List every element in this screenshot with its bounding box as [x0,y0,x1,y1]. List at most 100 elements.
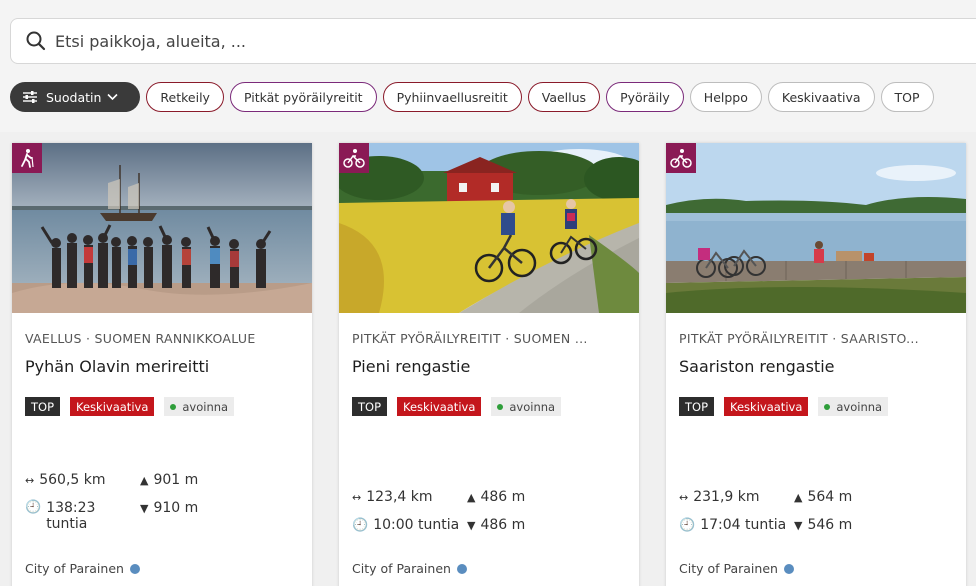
chip-label: Retkeily [160,89,210,105]
clock-icon: 🕘 [352,517,369,533]
route-organization: City of Parainen [25,561,140,576]
descent-value: 546 m [807,517,853,533]
sliders-icon [23,91,37,103]
route-descent: ▼ 910 m [140,500,198,516]
status-badge: avoinna [164,397,235,416]
ascent-icon: ▲ [467,490,476,504]
chip-keskivaativa[interactable]: Keskivaativa [767,82,875,112]
status-dot-icon [170,403,177,410]
route-badges: TOP Keskivaativa avoinna [25,397,244,416]
route-title: Pyhän Olavin merireitti [25,357,210,376]
route-descent: ▼ 486 m [467,517,525,533]
status-label: avoinna [509,399,556,414]
chip-pyoraily[interactable]: Pyöräily [606,82,684,112]
route-photo [666,143,966,313]
route-photo [339,143,639,313]
top-badge: TOP [352,397,388,416]
status-badge: avoinna [818,397,889,416]
route-title: Pieni rengastie [352,357,471,376]
organization-name: City of Parainen [352,561,451,576]
ascent-value: 564 m [807,489,853,505]
descent-icon: ▼ [467,518,476,532]
length-value: 123,4 km [366,489,433,505]
descent-value: 486 m [480,517,526,533]
chip-label: Helppo [703,89,748,105]
verified-icon [783,563,794,574]
chip-retkeily[interactable]: Retkeily [146,82,224,112]
duration-value: 10:00 tuntia [373,517,460,533]
verified-icon [456,563,467,574]
chip-helppo[interactable]: Helppo [689,82,762,112]
cycling-icon [666,143,696,173]
route-duration: 🕘 138:23 tuntia [25,500,125,532]
route-duration: 🕘 17:04 tuntia [679,517,786,533]
chip-label: TOP [894,89,920,105]
verified-icon [129,563,140,574]
ascent-value: 486 m [480,489,526,505]
status-dot-icon [497,403,504,410]
route-title: Saariston rengastie [679,357,835,376]
route-ascent: ▲ 486 m [467,489,525,505]
descent-icon: ▼ [140,501,149,515]
difficulty-badge: Keskivaativa [397,397,482,416]
descent-icon: ▼ [794,518,803,532]
duration-value: 17:04 tuntia [700,517,787,533]
route-ascent: ▲ 564 m [794,489,852,505]
chip-label: Pitkät pyöräilyreitit [243,89,363,105]
filter-chips: Suodatin Retkeily Pitkät pyöräilyreitit … [10,82,940,112]
chevron-down-icon [107,93,118,101]
route-length: ↔ 560,5 km [25,472,106,488]
length-value: 231,9 km [693,489,760,505]
route-photo [12,143,312,313]
filter-button[interactable]: Suodatin [10,82,141,112]
route-category: VAELLUS · SUOMEN RANNIKKOALUE [25,331,256,346]
filter-button-label: Suodatin [46,89,102,105]
clock-icon: 🕘 [679,517,696,533]
search-input[interactable] [55,31,655,51]
route-descent: ▼ 546 m [794,517,852,533]
distance-icon: ↔ [25,473,35,487]
hiking-icon [12,143,42,173]
chip-label: Vaellus [541,89,587,105]
top-badge: TOP [25,397,61,416]
status-label: avoinna [182,399,229,414]
route-card[interactable]: PITKÄT PYÖRÄILYREITIT · SAARISTO... Saar… [666,143,966,586]
chip-label: Pyöräily [620,89,670,105]
chip-label: Pyhiinvaellusreitit [396,89,508,105]
distance-icon: ↔ [352,490,362,504]
chip-label: Keskivaativa [781,89,861,105]
route-length: ↔ 231,9 km [679,489,760,505]
difficulty-badge: Keskivaativa [70,397,155,416]
organization-name: City of Parainen [679,561,778,576]
search-box[interactable] [10,18,976,64]
ascent-icon: ▲ [794,490,803,504]
route-category: PITKÄT PYÖRÄILYREITIT · SUOMEN ... [352,331,588,346]
organization-name: City of Parainen [25,561,124,576]
status-badge: avoinna [491,397,562,416]
route-card[interactable]: VAELLUS · SUOMEN RANNIKKOALUE Pyhän Olav… [12,143,312,586]
chip-pyhiinvaellusreitit[interactable]: Pyhiinvaellusreitit [382,82,522,112]
cycling-icon [339,143,369,173]
status-dot-icon [824,403,831,410]
route-length: ↔ 123,4 km [352,489,433,505]
route-card[interactable]: PITKÄT PYÖRÄILYREITIT · SUOMEN ... Pieni… [339,143,639,586]
route-category: PITKÄT PYÖRÄILYREITIT · SAARISTO... [679,331,919,346]
route-badges: TOP Keskivaativa avoinna [679,397,898,416]
difficulty-badge: Keskivaativa [724,397,809,416]
route-badges: TOP Keskivaativa avoinna [352,397,571,416]
route-ascent: ▲ 901 m [140,472,198,488]
search-icon [26,31,46,51]
chip-vaellus[interactable]: Vaellus [527,82,601,112]
clock-icon: 🕘 [25,500,42,515]
descent-value: 910 m [153,500,199,516]
chip-top[interactable]: TOP [880,82,934,112]
duration-value: 138:23 tuntia [46,500,96,532]
length-value: 560,5 km [39,472,106,488]
ascent-value: 901 m [153,472,199,488]
route-organization: City of Parainen [679,561,794,576]
chip-pitkat-pyorailyreitit[interactable]: Pitkät pyöräilyreitit [229,82,377,112]
top-badge: TOP [679,397,715,416]
ascent-icon: ▲ [140,473,149,487]
route-organization: City of Parainen [352,561,467,576]
route-duration: 🕘 10:00 tuntia [352,517,459,533]
